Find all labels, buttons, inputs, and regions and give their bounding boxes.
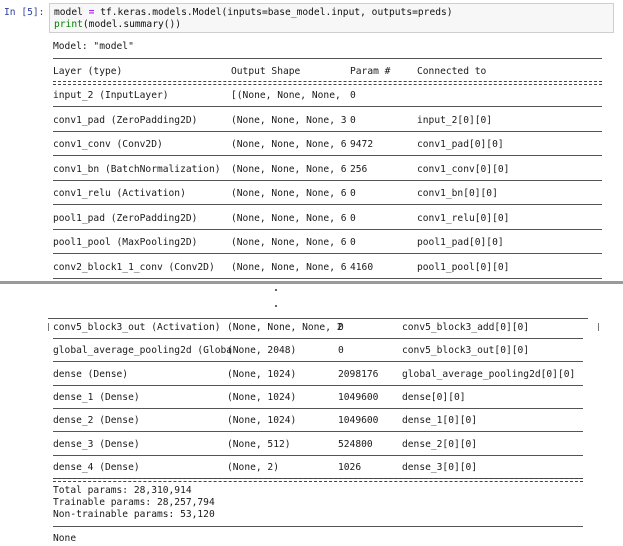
row-separator	[53, 338, 583, 339]
row-params: 0	[350, 237, 356, 248]
row-layer: conv1_pad (ZeroPadding2D)	[53, 114, 198, 126]
row-layer: pool1_pool (MaxPooling2D)	[53, 237, 198, 248]
return-value: None	[53, 533, 77, 544]
header-output-shape: Output Shape	[231, 66, 301, 77]
non-trainable-params: Non-trainable params: 53,120	[53, 509, 215, 520]
left-edge-mark	[48, 323, 49, 331]
row-connected: conv1_conv[0][0]	[417, 163, 510, 175]
row-output-shape: (None, 2048)	[227, 345, 297, 357]
row-params: 0	[350, 90, 356, 101]
row-separator	[53, 155, 602, 156]
row-params: 524800	[338, 438, 373, 450]
row-output-shape: (None, None, None, 6	[231, 212, 347, 224]
row-output-shape: [(None, None, None,	[231, 90, 341, 101]
bottom-top-rule	[48, 318, 588, 319]
row-layer: dense (Dense)	[53, 368, 129, 380]
row-params: 0	[338, 345, 344, 357]
row-connected: conv5_block3_add[0][0]	[402, 322, 530, 333]
row-connected: input_2[0][0]	[417, 114, 493, 126]
row-output-shape: (None, 512)	[227, 438, 291, 450]
row-params: 4160	[350, 261, 374, 273]
row-layer: dense_4 (Dense)	[53, 461, 140, 473]
code-line-1: model = tf.keras.models.Model(inputs=bas…	[54, 7, 453, 18]
row-layer: input_2 (InputLayer)	[53, 90, 169, 101]
row-connected: global_average_pooling2d[0][0]	[402, 368, 576, 380]
row-output-shape: (None, None, None, 6	[231, 188, 347, 199]
row-separator	[53, 106, 602, 107]
row-output-shape: (None, 1024)	[227, 368, 297, 380]
header-layer: Layer (type)	[53, 66, 123, 77]
input-prompt: In [5]:	[4, 7, 45, 18]
row-params: 256	[350, 163, 368, 175]
code-editor[interactable]: model = tf.keras.models.Model(inputs=bas…	[49, 3, 614, 33]
row-layer: dense_2 (Dense)	[53, 415, 140, 427]
header-double-rule	[53, 81, 602, 85]
row-layer: conv2_block1_1_conv (Conv2D)	[53, 261, 215, 273]
totals-bottom-rule	[53, 526, 583, 527]
row-connected: conv1_relu[0][0]	[417, 212, 510, 224]
code-line-2: print(model.summary())	[54, 19, 182, 30]
header-top-rule	[53, 58, 602, 59]
row-output-shape: (None, 1024)	[227, 415, 297, 427]
row-output-shape: (None, None, None, 6	[231, 237, 347, 248]
row-params: 0	[350, 212, 356, 224]
row-params: 1026	[338, 461, 362, 473]
row-separator	[53, 431, 583, 433]
row-layer: pool1_pad (ZeroPadding2D)	[53, 212, 198, 224]
row-output-shape: (None, None, None, 3	[231, 114, 347, 126]
row-layer: conv1_relu (Activation)	[53, 188, 186, 199]
row-layer: dense_3 (Dense)	[53, 438, 140, 450]
trainable-params: Trainable params: 28,257,794	[53, 497, 215, 508]
row-layer: conv1_conv (Conv2D)	[53, 139, 163, 150]
row-layer: conv5_block3_out (Activation)	[53, 322, 221, 333]
row-connected: conv1_pad[0][0]	[417, 139, 504, 150]
row-connected: dense_2[0][0]	[402, 438, 478, 450]
row-separator	[53, 228, 602, 230]
row-separator	[53, 454, 583, 456]
row-connected: dense_1[0][0]	[402, 415, 478, 427]
row-params: 1049600	[338, 415, 379, 427]
row-separator	[53, 407, 583, 409]
header-params: Param #	[350, 66, 391, 77]
row-separator	[53, 204, 602, 205]
row-separator	[53, 361, 583, 363]
row-separator	[53, 179, 602, 181]
row-output-shape: (None, None, None, 6	[231, 261, 347, 273]
ellipsis-dot	[275, 289, 277, 291]
screenshot-divider	[0, 281, 623, 284]
total-params: Total params: 28,310,914	[53, 485, 192, 496]
model-label: Model: "model"	[53, 41, 134, 52]
ellipsis-dot	[275, 305, 277, 307]
row-connected: conv1_bn[0][0]	[417, 188, 498, 199]
row-connected: dense_3[0][0]	[402, 461, 478, 473]
row-connected: dense[0][0]	[402, 391, 466, 403]
right-edge-mark	[598, 323, 599, 331]
row-params: 0	[350, 188, 356, 199]
row-connected: pool1_pool[0][0]	[417, 261, 510, 273]
row-output-shape: (None, 1024)	[227, 391, 297, 403]
row-layer: dense_1 (Dense)	[53, 391, 140, 403]
row-layer: conv1_bn (BatchNormalization)	[53, 163, 221, 175]
row-separator	[53, 277, 602, 279]
row-params: 9472	[350, 139, 374, 150]
row-separator	[53, 253, 602, 254]
row-output-shape: (None, None, None, 6	[231, 163, 347, 175]
row-separator	[53, 130, 602, 132]
row-params: 0	[338, 322, 344, 333]
row-layer: global_average_pooling2d (Globa	[53, 345, 233, 357]
row-params: 2098176	[338, 368, 379, 380]
row-connected: conv5_block3_out[0][0]	[402, 345, 530, 357]
row-output-shape: (None, None, None, 6	[231, 139, 347, 150]
row-connected: pool1_pad[0][0]	[417, 237, 504, 248]
totals-double-rule	[53, 478, 583, 482]
row-params: 0	[350, 114, 356, 126]
header-connected: Connected to	[417, 66, 487, 77]
row-params: 1049600	[338, 391, 379, 403]
row-output-shape: (None, 2)	[227, 461, 279, 473]
row-separator	[53, 384, 583, 386]
row-output-shape: (None, None, None, 2	[227, 322, 343, 333]
